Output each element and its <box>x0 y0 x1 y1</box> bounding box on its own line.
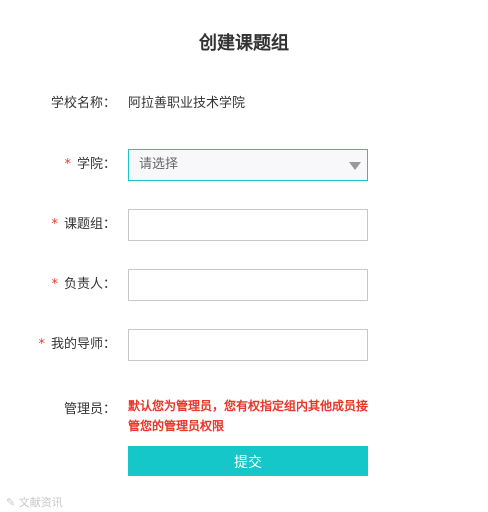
page-title: 创建课题组 <box>199 33 289 54</box>
required-mark: * <box>38 337 45 352</box>
school-label: 学校名称： <box>50 96 116 111</box>
admin-notice: 默认您为管理员，您有权指定组内其他成员接管您的管理员权限 <box>128 399 369 433</box>
admin-label: 管理员： <box>63 402 116 417</box>
required-mark: * <box>51 217 58 232</box>
group-label: * 课题组： <box>51 209 116 241</box>
mentor-input[interactable] <box>128 329 368 361</box>
group-input[interactable] <box>128 209 368 241</box>
watermark-text: 文献资讯 <box>18 496 63 509</box>
college-label: * 学院： <box>64 149 116 181</box>
required-mark: * <box>64 157 71 172</box>
college-select-value: 请选择 <box>139 157 179 172</box>
mentor-label: * 我的导师： <box>38 329 116 361</box>
watermark: ✎ 文献资讯 <box>6 494 63 510</box>
college-select[interactable]: 请选择 <box>128 149 368 181</box>
school-value: 阿拉善职业技术学院 <box>128 96 246 111</box>
owner-label-text: 负责人： <box>63 277 116 292</box>
mentor-label-text: 我的导师： <box>50 337 116 352</box>
owner-input[interactable] <box>128 269 368 301</box>
college-label-text: 学院： <box>76 157 116 172</box>
required-mark: * <box>51 277 58 292</box>
chevron-down-icon <box>349 162 361 170</box>
submit-button[interactable]: 提交 <box>128 446 368 476</box>
watermark-icon: ✎ <box>6 496 16 509</box>
owner-label: * 负责人： <box>51 269 116 301</box>
group-label-text: 课题组： <box>63 217 116 232</box>
